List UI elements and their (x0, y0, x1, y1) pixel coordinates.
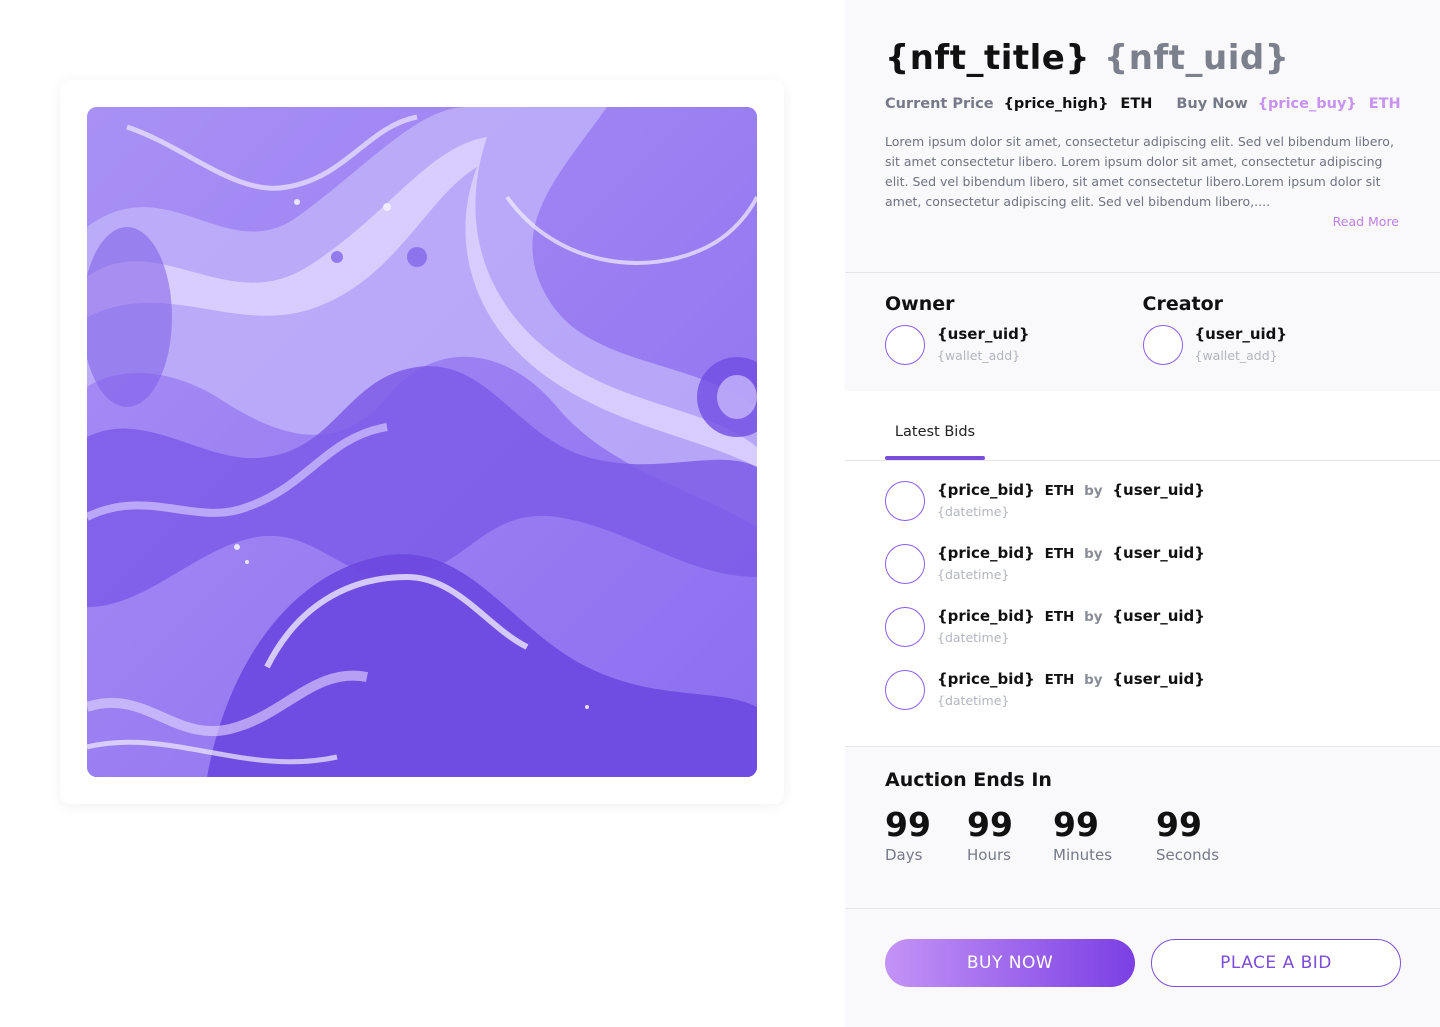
bid-item[interactable]: {price_bid} ETH by {user_uid} {datetime} (885, 481, 1205, 544)
hours-value: 99 (967, 805, 1013, 844)
nft-header: {nft_title} {nft_uid} Current Price {pri… (845, 0, 1440, 272)
bid-unit: ETH (1044, 483, 1075, 499)
nft-details-panel: {nft_title} {nft_uid} Current Price {pri… (845, 0, 1440, 1027)
bidder-uid[interactable]: {user_uid} (1112, 544, 1205, 562)
bid-price: {price_bid} (937, 481, 1035, 499)
buy-now-price: {price_buy} (1257, 96, 1357, 112)
bid-price: {price_bid} (937, 607, 1035, 625)
creator-profile[interactable]: {user_uid} {wallet_add} (1142, 325, 1401, 365)
creator-uid[interactable]: {user_uid} (1195, 325, 1288, 343)
days-label: Days (885, 846, 923, 864)
place-bid-button[interactable]: PLACE A BID (1151, 939, 1401, 987)
owner-uid[interactable]: {user_uid} (937, 325, 1030, 343)
bid-datetime: {datetime} (937, 693, 1010, 708)
owner-wallet: {wallet_add} (937, 348, 1021, 363)
read-more-link[interactable]: Read More (885, 212, 1399, 232)
bidder-uid[interactable]: {user_uid} (1112, 607, 1205, 625)
current-price-unit: ETH (1120, 96, 1153, 112)
countdown-seconds: 99 Seconds (1156, 805, 1219, 864)
bid-item[interactable]: {price_bid} ETH by {user_uid} {datetime} (885, 670, 1205, 733)
minutes-label: Minutes (1053, 846, 1113, 864)
bidder-uid[interactable]: {user_uid} (1112, 670, 1205, 688)
bidder-avatar[interactable] (885, 670, 925, 710)
owner-profile[interactable]: {user_uid} {wallet_add} (885, 325, 1143, 365)
buy-now-label: Buy Now (1176, 96, 1248, 112)
auction-title: Auction Ends In (885, 769, 1052, 791)
price-row: Current Price {price_high} ETH Buy Now {… (885, 96, 1401, 112)
bids-tabbar: Latest Bids (845, 391, 1440, 461)
marble-artwork-graphic (87, 107, 757, 777)
buy-now-unit: ETH (1368, 96, 1401, 112)
bid-datetime: {datetime} (937, 630, 1010, 645)
countdown: 99 Days 99 Hours 99 Minutes 99 Seconds (885, 805, 1400, 875)
tab-latest-bids[interactable]: Latest Bids (885, 391, 985, 461)
title-row: {nft_title} {nft_uid} (885, 38, 1400, 78)
bid-by: by (1084, 546, 1103, 562)
creator-block: Creator {user_uid} {wallet_add} (1142, 293, 1401, 391)
bidder-avatar[interactable] (885, 481, 925, 521)
owner-creator-section: Owner {user_uid} {wallet_add} Creator {u… (845, 273, 1440, 391)
nft-description: Lorem ipsum dolor sit amet, consectetur … (885, 134, 1394, 209)
bid-unit: ETH (1044, 546, 1075, 562)
creator-wallet: {wallet_add} (1194, 348, 1278, 363)
bid-price: {price_bid} (937, 544, 1035, 562)
countdown-days: 99 Days (885, 805, 931, 864)
auction-countdown-section: Auction Ends In 99 Days 99 Hours 99 Minu… (845, 747, 1440, 908)
bidder-avatar[interactable] (885, 544, 925, 584)
seconds-label: Seconds (1156, 846, 1220, 864)
action-buttons: BUY NOW PLACE A BID (845, 909, 1440, 1027)
bidder-avatar[interactable] (885, 607, 925, 647)
creator-heading: Creator (1142, 293, 1224, 315)
bid-by: by (1084, 672, 1103, 688)
nft-title: {nft_title} (885, 38, 1091, 78)
current-price-label: Current Price (885, 96, 994, 112)
countdown-hours: 99 Hours (967, 805, 1013, 864)
minutes-value: 99 (1053, 805, 1099, 844)
bid-list: {price_bid} ETH by {user_uid} {datetime}… (885, 481, 1205, 733)
bid-unit: ETH (1044, 672, 1075, 688)
countdown-minutes: 99 Minutes (1053, 805, 1112, 864)
creator-avatar[interactable] (1142, 325, 1183, 365)
days-value: 99 (885, 805, 931, 844)
bid-datetime: {datetime} (937, 504, 1010, 519)
owner-block: Owner {user_uid} {wallet_add} (885, 293, 1143, 391)
bid-item[interactable]: {price_bid} ETH by {user_uid} {datetime} (885, 544, 1205, 607)
nft-artwork-image[interactable] (87, 107, 757, 777)
bid-item[interactable]: {price_bid} ETH by {user_uid} {datetime} (885, 607, 1205, 670)
artwork-card (60, 80, 784, 804)
bid-price: {price_bid} (937, 670, 1035, 688)
bid-unit: ETH (1044, 609, 1075, 625)
bid-datetime: {datetime} (937, 567, 1010, 582)
hours-label: Hours (967, 846, 1011, 864)
active-tab-indicator (885, 456, 985, 460)
bidder-uid[interactable]: {user_uid} (1112, 481, 1205, 499)
owner-avatar[interactable] (885, 325, 925, 365)
nft-uid: {nft_uid} (1104, 38, 1290, 78)
owner-heading: Owner (885, 293, 955, 315)
bid-by: by (1084, 483, 1103, 499)
bids-section: Latest Bids {price_bid} ETH by {user_uid… (845, 391, 1440, 746)
buy-now-button[interactable]: BUY NOW (885, 939, 1135, 987)
current-price-value: {price_high} (1003, 96, 1109, 112)
seconds-value: 99 (1156, 805, 1202, 844)
bid-by: by (1084, 609, 1103, 625)
